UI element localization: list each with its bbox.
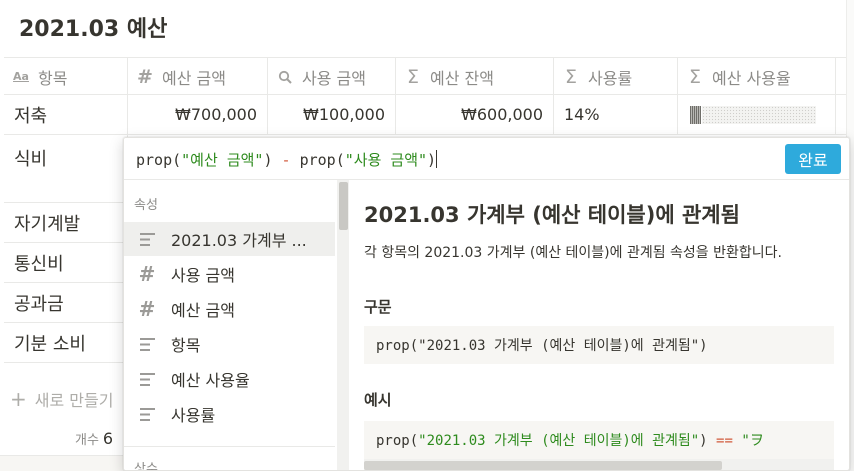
budget-cell[interactable]: ₩700,000 <box>128 95 268 134</box>
column-label: 사용 금액 <box>302 68 366 88</box>
column-label: 사용률 <box>588 68 633 88</box>
formula-string: "예산 금액" <box>181 151 264 169</box>
formula-token: prop( <box>136 151 182 169</box>
detail-title: 2021.03 가계부 (예산 테이블)에 관계됨 <box>364 203 740 227</box>
remain-cell[interactable]: ₩600,000 <box>396 95 554 134</box>
usage-progress-track <box>702 105 816 124</box>
column-header-budget[interactable]: # 예산 금액 <box>128 58 268 95</box>
property-list-pane: 속성 2021.03 가계부 ... # 사용 금액 # 예산 금액 항목 예산… <box>124 180 338 471</box>
property-label: 사용률 <box>171 406 216 425</box>
property-label: 사용 금액 <box>171 266 235 285</box>
column-header-remain[interactable]: Σ 예산 잔액 <box>396 58 554 95</box>
column-label: 예산 금액 <box>162 68 226 88</box>
property-item[interactable]: 2021.03 가계부 ... <box>124 222 335 256</box>
formula-token: ) <box>427 151 437 169</box>
code-token: ) <box>699 433 708 449</box>
number-icon: # <box>137 65 153 88</box>
section-label-properties: 속성 <box>134 198 158 213</box>
usage-progress-bar <box>690 105 816 124</box>
item-cell[interactable]: 공과금 <box>4 283 128 322</box>
example-code-block: prop("2021.03 가계부 (예산 테이블)에 관계됨") == "ヲ <box>364 421 834 459</box>
new-row-label: 새로 만들기 <box>34 391 114 410</box>
formula-editor-popup: prop("예산 금액") - prop("사용 금액") 완료 속성 2021… <box>123 137 850 471</box>
usage-progress-fill <box>690 105 701 124</box>
property-label: 예산 사용율 <box>171 371 250 390</box>
text-lines-icon <box>137 337 157 351</box>
column-header-item[interactable]: Aa 항목 <box>4 58 128 95</box>
usage-cell[interactable] <box>678 95 836 134</box>
formula-operator: - <box>281 151 291 169</box>
rate-cell[interactable]: 14% <box>554 95 678 134</box>
table-row[interactable]: 저축 ₩700,000 ₩100,000 ₩600,000 14% <box>4 95 854 135</box>
text-lines-icon <box>137 407 157 421</box>
divider <box>124 446 335 447</box>
formula-bar: prop("예산 금액") - prop("사용 금액") 완료 <box>124 138 849 180</box>
column-header-spent[interactable]: 사용 금액 <box>268 58 396 95</box>
example-scrollbar[interactable] <box>364 459 834 470</box>
formula-sigma-icon: Σ <box>564 65 577 88</box>
property-detail-pane: 2021.03 가계부 (예산 테이블)에 관계됨 각 항목의 2021.03 … <box>350 180 849 470</box>
text-lines-icon <box>137 372 157 386</box>
item-cell[interactable]: 저축 <box>4 95 128 134</box>
text-lines-icon <box>137 232 157 246</box>
code-token: prop( <box>376 338 419 354</box>
property-item[interactable]: # 예산 금액 <box>124 292 335 326</box>
code-operator: == <box>716 433 733 449</box>
text-type-icon: Aa <box>13 70 29 83</box>
number-icon: # <box>138 297 156 321</box>
scrollbar-thumb[interactable] <box>364 461 722 470</box>
detail-description: 각 항목의 2021.03 가계부 (예산 테이블)에 관계됨 속성을 반환합니… <box>364 245 782 261</box>
scrollbar-thumb[interactable] <box>339 182 348 230</box>
formula-string: "사용 금액" <box>344 151 428 169</box>
syntax-heading: 구문 <box>364 298 392 316</box>
column-label: 예산 사용율 <box>712 68 791 88</box>
new-row-button[interactable]: + 새로 만들기 <box>10 387 113 411</box>
done-button[interactable]: 완료 <box>785 144 841 174</box>
property-label: 항목 <box>171 336 201 355</box>
code-string: "2021.03 가계부 (예산 테이블)에 관계됨" <box>418 338 700 354</box>
item-cell[interactable]: 통신비 <box>4 243 128 282</box>
count-value: 6 <box>102 429 114 448</box>
item-cell[interactable]: 자기계발 <box>4 203 128 242</box>
text-caret <box>436 150 438 168</box>
property-item[interactable]: 사용률 <box>124 397 335 431</box>
search-icon <box>276 70 294 84</box>
code-token: prop( <box>376 433 419 449</box>
number-icon: # <box>138 262 156 286</box>
plus-icon: + <box>10 387 27 411</box>
count-label: 개수 <box>75 433 99 448</box>
section-label-constants: 상수 <box>134 462 158 471</box>
formula-sigma-icon: Σ <box>406 65 419 88</box>
property-item[interactable]: 항목 <box>124 327 335 361</box>
syntax-code-block: prop("2021.03 가계부 (예산 테이블)에 관계됨") <box>364 326 834 364</box>
row-count[interactable]: 개수 6 <box>75 429 113 448</box>
item-cell[interactable]: 식비 <box>4 135 128 202</box>
formula-token: prop( <box>299 151 345 169</box>
formula-sigma-icon: Σ <box>688 65 701 88</box>
column-header-usage[interactable]: Σ 예산 사용율 <box>678 58 836 95</box>
property-list-scrollbar[interactable] <box>337 180 349 470</box>
item-cell[interactable]: 기분 소비 <box>4 323 128 362</box>
spent-cell[interactable]: ₩100,000 <box>268 95 396 134</box>
code-token: ) <box>699 338 708 354</box>
column-label: 예산 잔액 <box>430 68 494 88</box>
code-string: "2021.03 가계부 (예산 테이블)에 관계됨" <box>418 433 700 449</box>
code-string: "ヲ <box>741 433 764 449</box>
column-label: 항목 <box>38 68 68 88</box>
property-item[interactable]: # 사용 금액 <box>124 257 335 291</box>
column-header-rate[interactable]: Σ 사용률 <box>554 58 678 95</box>
table-header: Aa 항목 # 예산 금액 사용 금액 Σ 예산 잔액 Σ 사용률 Σ 예산 사… <box>4 57 854 95</box>
property-item[interactable]: 예산 사용율 <box>124 362 335 396</box>
formula-token: ) <box>263 151 273 169</box>
example-heading: 예시 <box>364 391 392 409</box>
property-label: 2021.03 가계부 ... <box>171 231 307 250</box>
formula-input[interactable]: prop("예산 금액") - prop("사용 금액") <box>136 149 438 170</box>
page-title: 2021.03 예산 <box>19 17 168 42</box>
property-label: 예산 금액 <box>171 301 235 320</box>
